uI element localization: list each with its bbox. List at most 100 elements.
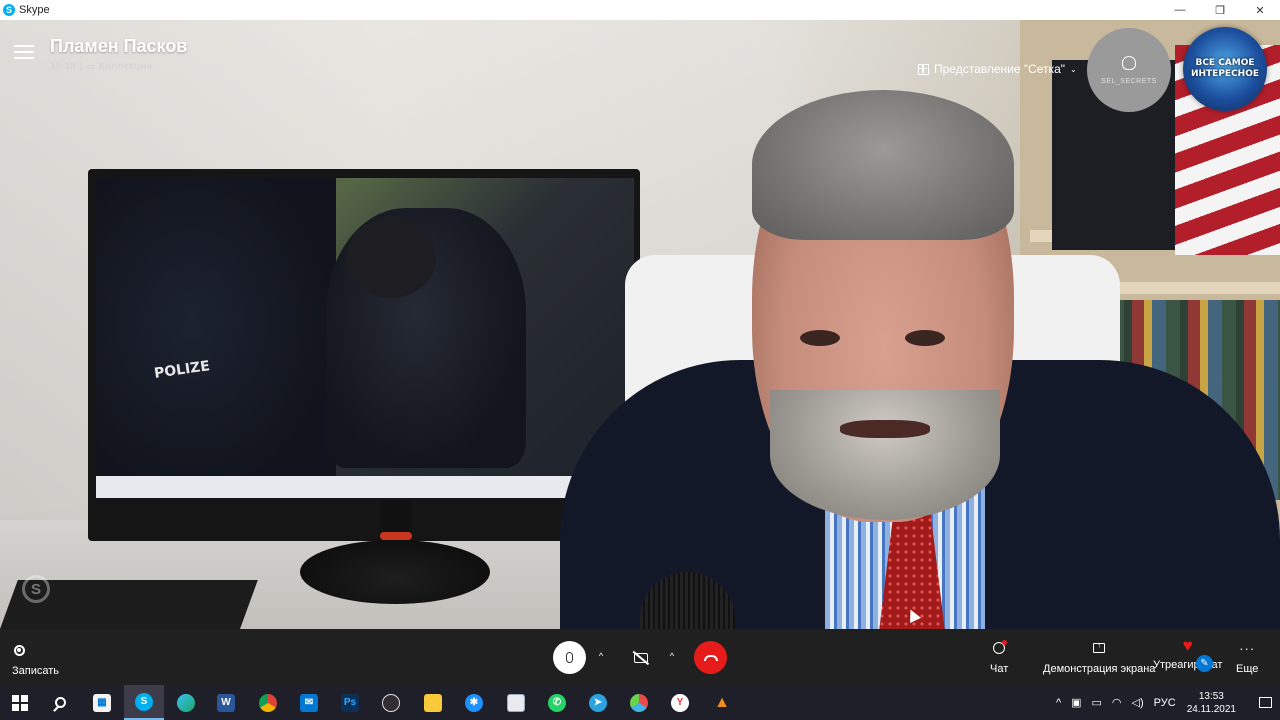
vlc-icon: ▲: [714, 693, 730, 711]
chat-label: Чат: [990, 663, 1009, 675]
language-indicator[interactable]: РУС: [1154, 697, 1176, 709]
whatsapp-icon: ✆: [548, 693, 566, 712]
grid-icon: [918, 63, 929, 75]
grid-view-label: Представление "Сетка": [934, 62, 1066, 76]
person-icon: [1122, 55, 1136, 70]
more-icon: ···: [1239, 640, 1256, 656]
notification-center-button[interactable]: [1250, 685, 1280, 720]
video-beard: [770, 390, 1000, 520]
subinfo-separator: |: [79, 61, 83, 72]
video-screen-taskbar: [96, 476, 634, 498]
call-duration: 19:18: [50, 61, 76, 72]
camera-button[interactable]: [626, 641, 656, 674]
chevron-down-icon: ⌄: [1070, 64, 1077, 74]
close-button[interactable]: ✕: [1240, 0, 1280, 20]
hang-up-icon: [703, 654, 718, 661]
taskbar-yandex[interactable]: Y: [660, 685, 700, 720]
obs-icon: [382, 693, 400, 712]
share-screen-icon: ↑: [1092, 641, 1106, 655]
taskbar-store[interactable]: ▦: [82, 685, 122, 720]
heart-icon: ♥: [1182, 636, 1193, 655]
mail-icon: ✉: [300, 693, 318, 712]
video-scene-officer: [96, 178, 336, 498]
skype-icon: S: [135, 692, 153, 711]
taskbar-obs[interactable]: [371, 685, 411, 720]
share-screen-label: Демонстрация экрана: [1043, 663, 1156, 675]
self-tile-label: SEL_SECRETS: [1101, 77, 1157, 85]
taskbar-whatsapp[interactable]: ✆: [537, 685, 577, 720]
chrome-icon: [259, 693, 277, 712]
tray-overflow-chevron-icon[interactable]: ^: [1056, 697, 1061, 709]
word-icon: W: [217, 693, 235, 712]
collection-link[interactable]: Коллекция: [99, 61, 152, 72]
taskbar-network-app[interactable]: ✱: [454, 685, 494, 720]
paint-icon: [507, 693, 525, 712]
taskbar-mail[interactable]: ✉: [289, 685, 329, 720]
collection-icon: ▭: [86, 61, 95, 71]
microphone-options-chevron-icon[interactable]: ^: [594, 649, 608, 663]
taskbar-davinci[interactable]: [619, 685, 659, 720]
davinci-icon: [630, 693, 648, 712]
taskbar-photoshop[interactable]: Ps: [330, 685, 370, 720]
chat-icon: [992, 640, 1008, 655]
video-monitor-screen: POLIZE: [96, 178, 634, 498]
window-title: Skype: [19, 4, 50, 16]
video-eye-left: [800, 330, 840, 346]
skype-logo-icon: S: [3, 4, 15, 16]
taskbar-vlc[interactable]: ▲: [702, 685, 742, 720]
contact-name: Пламен Пасков: [50, 36, 188, 56]
telegram-icon: ➤: [589, 693, 607, 712]
share-screen-button[interactable]: ↑ Демонстрация экрана: [1043, 641, 1155, 675]
network-app-icon: ✱: [465, 693, 483, 712]
window-title-bar: S Skype — ❐ ✕: [0, 0, 1280, 20]
remote-video-feed: POLIZE S: [0, 20, 1280, 629]
record-button[interactable]: Записать: [12, 643, 59, 677]
skype-watermark-icon: S: [22, 575, 50, 603]
video-monitor-accent: [380, 532, 412, 540]
taskbar-clock[interactable]: 13:53 24.11.2021: [1187, 690, 1236, 716]
self-preview-tile[interactable]: SEL_SECRETS: [1087, 28, 1171, 112]
volume-icon[interactable]: ◁): [1132, 696, 1144, 709]
hang-up-button[interactable]: [694, 641, 727, 674]
video-hair: [752, 90, 1014, 240]
hamburger-menu-icon[interactable]: [14, 45, 34, 59]
system-tray: ^ ▣ ▭ ◠ ◁) РУС 13:53 24.11.2021: [1051, 685, 1280, 720]
taskbar-edge[interactable]: [166, 685, 206, 720]
search-icon: [54, 697, 66, 708]
folder-icon: [424, 693, 442, 712]
camera-options-chevron-icon[interactable]: ^: [665, 649, 679, 663]
wifi-icon[interactable]: ◠: [1112, 696, 1122, 709]
taskbar-telegram[interactable]: ➤: [578, 685, 618, 720]
microphone-icon: [566, 652, 573, 663]
taskbar-skype[interactable]: S: [124, 685, 164, 720]
clock-time: 13:53: [1198, 690, 1224, 702]
video-eye-right: [905, 330, 945, 346]
notification-icon: [1258, 697, 1272, 708]
microphone-button[interactable]: [553, 641, 586, 674]
grid-view-toggle[interactable]: Представление "Сетка" ⌄: [918, 62, 1077, 76]
channel-logo-text: ВСЕ САМОЕ ИНТЕРЕСНОЕ: [1190, 58, 1260, 79]
taskbar-word[interactable]: W: [206, 685, 246, 720]
channel-logo: ВСЕ САМОЕ ИНТЕРЕСНОЕ: [1183, 27, 1267, 111]
more-button[interactable]: ··· Еще: [1236, 640, 1258, 676]
taskbar-explorer[interactable]: [413, 685, 453, 720]
video-scene-helmet: [346, 218, 436, 298]
tray-device-icon[interactable]: ▣: [1071, 696, 1081, 709]
camera-off-icon: [634, 652, 648, 663]
minimize-button[interactable]: —: [1160, 0, 1200, 20]
battery-icon[interactable]: ▭: [1092, 696, 1102, 709]
restore-button[interactable]: ❐: [1200, 0, 1240, 20]
record-label: Записать: [12, 665, 60, 677]
taskbar-search-button[interactable]: [40, 685, 80, 720]
clock-date: 24.11.2021: [1186, 703, 1236, 715]
call-subinfo: 19:18 | ▭ Коллекция: [50, 61, 152, 72]
video-monitor-stand: [300, 540, 490, 604]
taskbar-paint[interactable]: [496, 685, 536, 720]
edit-badge-icon[interactable]: ✎: [1196, 655, 1213, 672]
start-button[interactable]: [0, 685, 40, 720]
windows-taskbar: ▦ S W ✉ Ps ✱ ✆ ➤ Y ▲ ^ ▣ ▭ ◠ ◁) РУС 13:5…: [0, 685, 1280, 720]
windows-logo-icon: [12, 694, 28, 711]
window-controls: — ❐ ✕: [1160, 0, 1280, 20]
taskbar-chrome[interactable]: [248, 685, 288, 720]
chat-button[interactable]: Чат: [990, 640, 1009, 675]
